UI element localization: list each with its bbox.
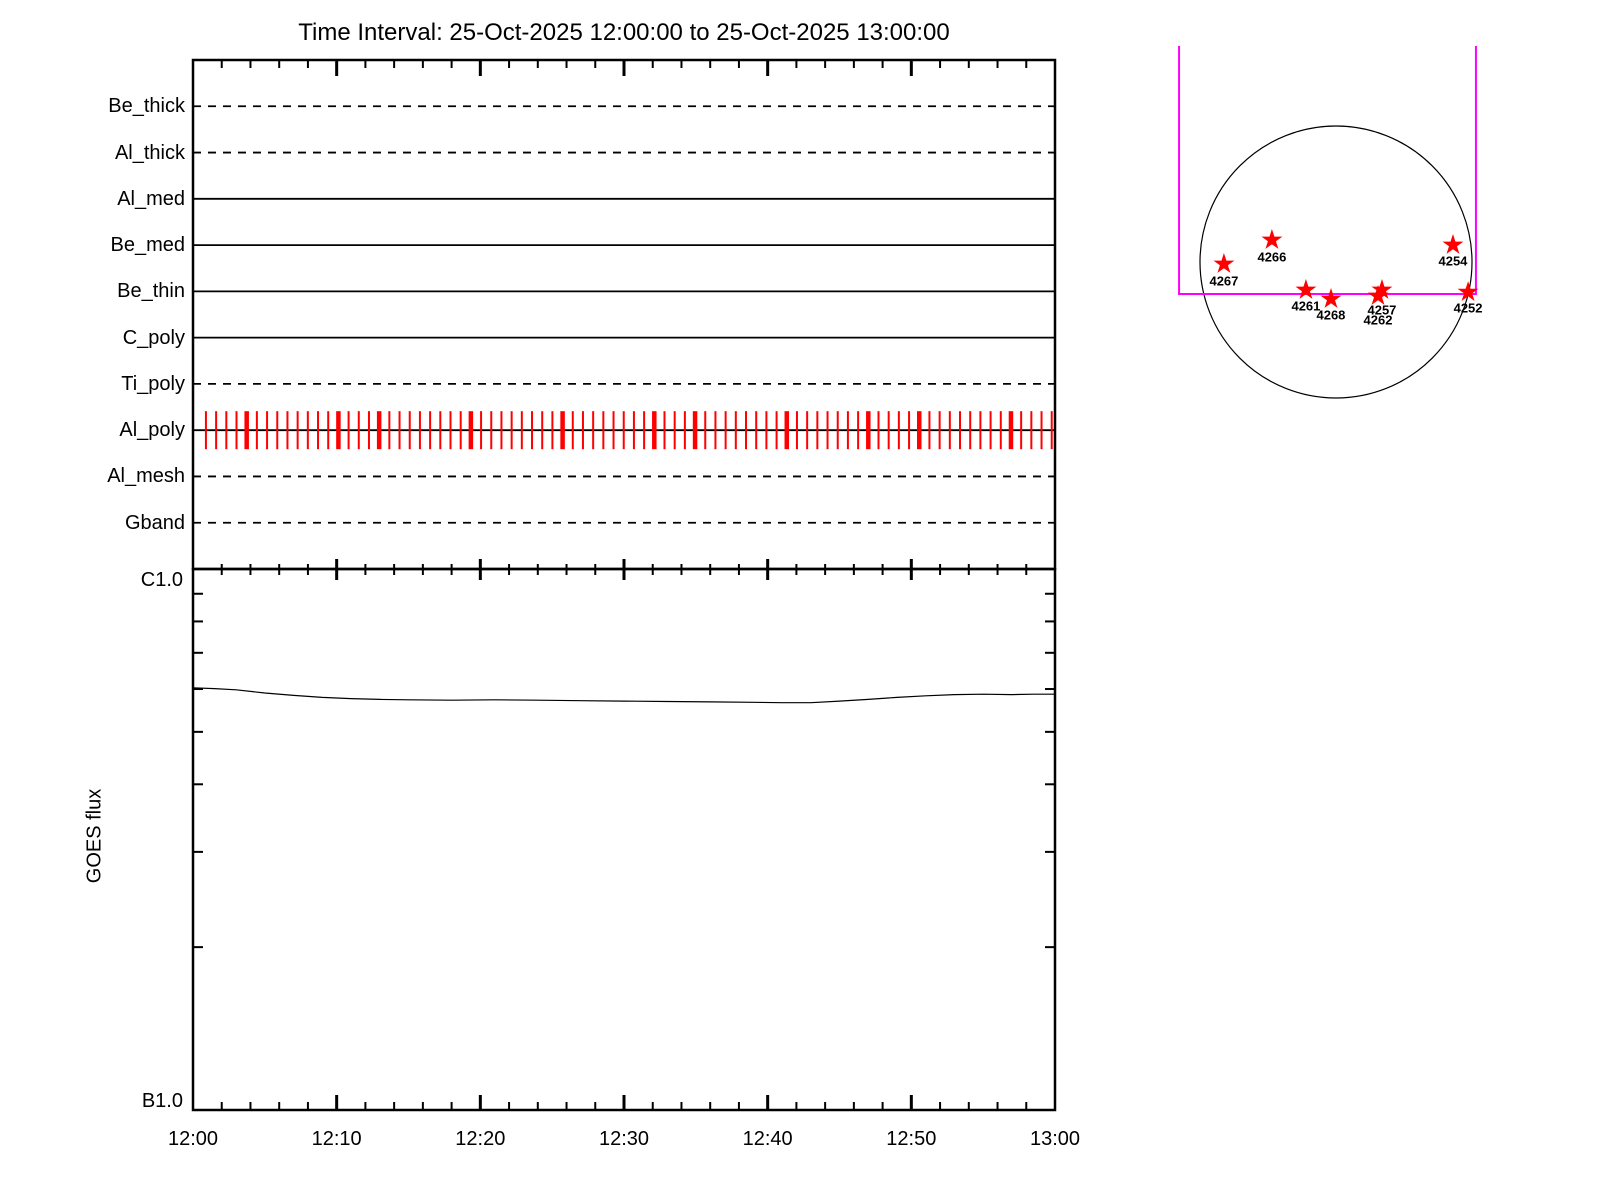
filter-row-label-Al_mesh: Al_mesh xyxy=(107,465,185,488)
solar-limb-circle xyxy=(1199,125,1473,399)
xrt-timeline-panel xyxy=(191,58,1057,580)
goes-flux-line xyxy=(192,687,1055,704)
active-region-label-4266: 4266 xyxy=(1257,249,1287,265)
time-axis-label-1220: 12:20 xyxy=(455,1128,506,1150)
goes-axis-top-label: C1.0 xyxy=(140,569,183,591)
time-axis-label-1200: 12:00 xyxy=(167,1128,219,1150)
time-axis-label-1230: 12:30 xyxy=(598,1128,650,1150)
filter-row-label-C_poly: C_poly xyxy=(122,326,185,349)
goes-axis-bottom-label: B1.0 xyxy=(141,1090,183,1112)
active-region-label-4267: 4267 xyxy=(1209,273,1239,289)
time-axis-label-1250: 12:50 xyxy=(886,1128,937,1150)
active-region-label-4252: 4252 xyxy=(1453,300,1483,316)
goes-y-axis-title: GOES flux xyxy=(83,788,106,884)
timeline-frame xyxy=(191,58,1057,571)
solar-disk-panel xyxy=(1178,46,1479,399)
active-region-star-4268 xyxy=(1320,288,1342,308)
screenshot-root: Time Interval: 25-Oct-2025 12:00:00 to 2… xyxy=(0,0,1600,1200)
filter-row-label-Gband: Gband xyxy=(124,511,185,534)
filter-row-label-Be_thick: Be_thick xyxy=(108,95,185,118)
goes-frame xyxy=(191,567,1057,1112)
goes-flux-panel xyxy=(191,567,1057,1112)
active-region-label-4268: 4268 xyxy=(1316,307,1346,323)
active-region-star-4254 xyxy=(1442,234,1464,254)
filter-row-label-Al_thick: Al_thick xyxy=(114,141,185,164)
time-axis-label-1210: 12:10 xyxy=(311,1128,362,1150)
filter-row-label-Be_thin: Be_thin xyxy=(117,280,185,303)
active-region-label-4262: 4262 xyxy=(1363,312,1393,328)
time-axis-label-1240: 12:40 xyxy=(742,1128,793,1150)
active-region-star-4267 xyxy=(1213,253,1235,273)
time-axis-label-1300: 13:00 xyxy=(1029,1128,1081,1150)
active-region-label-4254: 4254 xyxy=(1438,253,1468,269)
filter-row-label-Al_poly: Al_poly xyxy=(119,419,185,442)
active-region-star-4261 xyxy=(1295,279,1317,299)
plot-canvas xyxy=(191,46,1479,1112)
filter-row-label-Be_med: Be_med xyxy=(110,234,186,257)
active-region-star-4266 xyxy=(1261,229,1283,249)
plot-title: Time Interval: 25-Oct-2025 12:00:00 to 2… xyxy=(298,19,950,46)
filter-row-label-Ti_poly: Ti_poly xyxy=(121,372,185,395)
filter-row-label-Al_med: Al_med xyxy=(117,187,185,210)
